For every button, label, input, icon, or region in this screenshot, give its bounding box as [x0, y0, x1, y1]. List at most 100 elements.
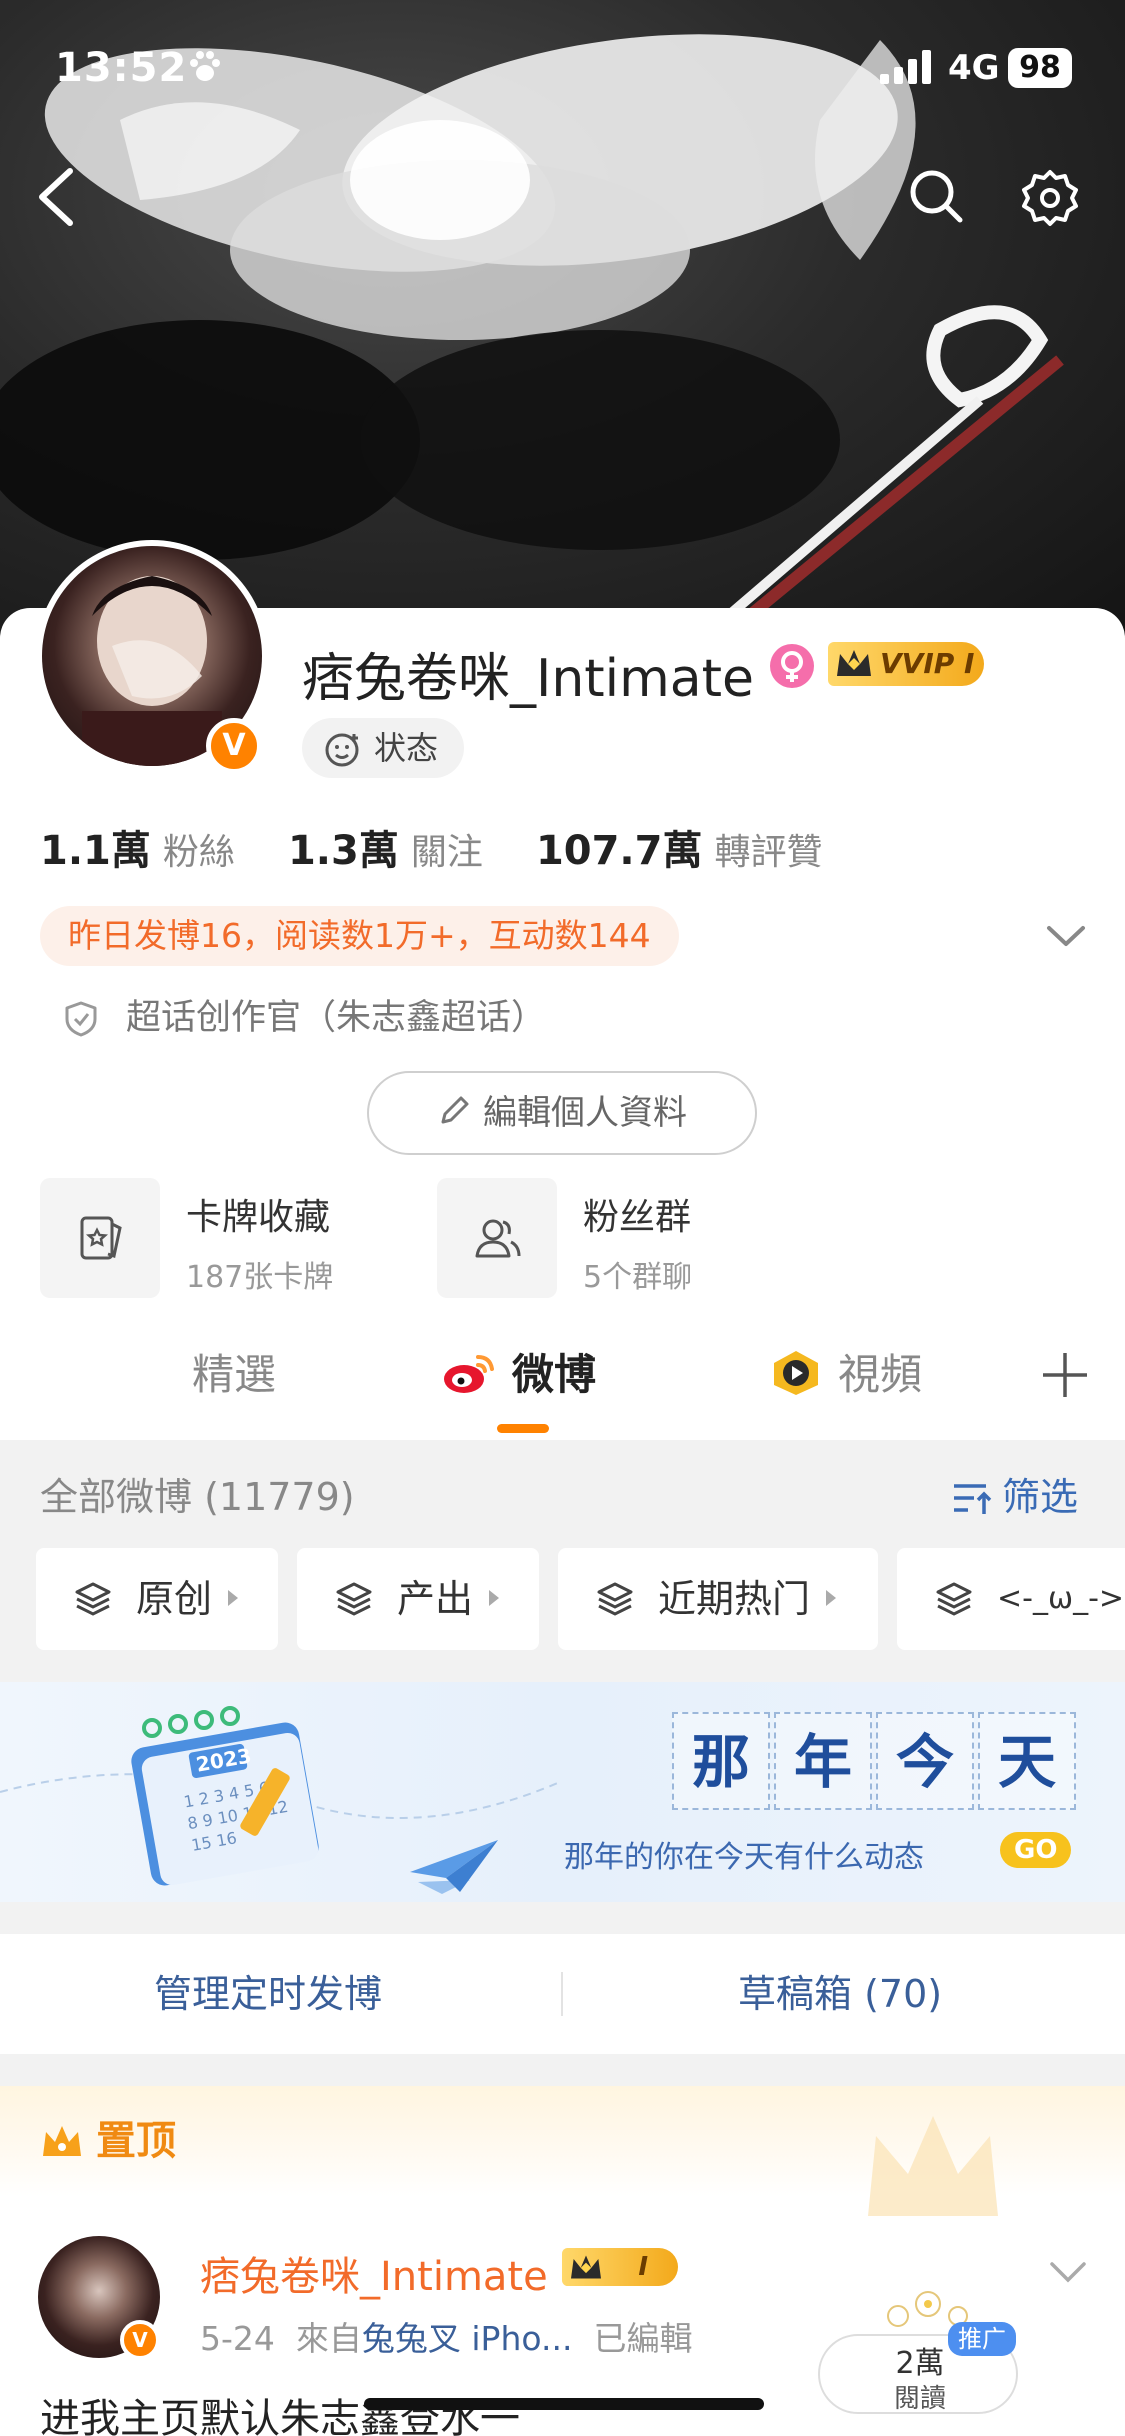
chevron-down-icon[interactable] [1045, 918, 1087, 952]
chip-original[interactable]: 原创 [36, 1548, 278, 1650]
filter-label: 筛选 [1002, 1475, 1079, 1519]
vvip-badge[interactable]: VVIP I [828, 642, 985, 686]
chip-output-label: 产出 [397, 1577, 474, 1621]
gear-icon[interactable] [1020, 168, 1080, 228]
tab-weibo-label: 微博 [512, 1350, 597, 1399]
search-icon[interactable] [908, 168, 964, 224]
pinned-label: 置顶 [40, 2108, 176, 2166]
pencil-icon [441, 1096, 469, 1124]
stat-followers-label: 粉絲 [162, 832, 235, 873]
status-time: 13:52 [55, 45, 188, 91]
chevron-down-icon[interactable] [1048, 2258, 1088, 2286]
post-from-label: 來自 [295, 2319, 362, 2358]
on-this-day-go-button[interactable]: GO [1000, 1832, 1072, 1868]
divider [561, 1972, 563, 2016]
group-users-icon [475, 1219, 521, 1258]
crown-icon [837, 650, 871, 676]
tab-weibo[interactable]: 微博 [442, 1340, 596, 1410]
stat-engagement-label: 轉評贊 [714, 832, 823, 873]
profile-tabs: 精選 微博 視頻 [0, 1330, 1125, 1440]
tab-videos-label: 視頻 [838, 1350, 923, 1399]
card-collection-icon-box [40, 1178, 160, 1298]
video-play-icon [774, 1351, 818, 1395]
tab-videos[interactable]: 視頻 [768, 1340, 922, 1410]
active-tab-indicator [497, 1424, 549, 1433]
scheduled-posts-button[interactable]: 管理定时发博 [154, 1934, 382, 2054]
supertopic-creator-label: 超话创作官（朱志鑫超话） [126, 998, 547, 1038]
edit-profile-label: 編輯個人資料 [483, 1093, 687, 1133]
stat-following[interactable]: 1.3萬 關注 [288, 818, 483, 876]
post-body-text: 进我主页默认朱志鑫登水一 [40, 2396, 520, 2436]
post-author-name[interactable]: 痞兔卷咪_Intimate [200, 2244, 548, 2302]
crown-icon [43, 2126, 81, 2156]
on-this-day-subtitle: 那年的你在今天有什么动态 [564, 1840, 924, 1875]
card-star-icon [80, 1216, 122, 1260]
shield-icon [65, 1001, 97, 1037]
title-char: 那 [672, 1712, 770, 1810]
stat-followers[interactable]: 1.1萬 粉絲 [40, 818, 235, 876]
pinned-post[interactable]: 置顶 V 痞兔卷咪_Intimate I 5-24 來自兔兔叉 iPho... … [0, 2086, 1125, 2436]
layers-icon [597, 1582, 633, 1616]
edit-profile-button[interactable]: 編輯個人資料 [367, 1071, 757, 1155]
chip-custom[interactable]: <-_ω_-> [897, 1548, 1125, 1650]
stat-following-count: 1.3萬 [287, 828, 399, 874]
stat-following-label: 關注 [410, 832, 483, 873]
chip-original-label: 原创 [136, 1577, 213, 1621]
caret-right-icon [228, 1590, 239, 1606]
chip-recent-hot[interactable]: 近期热门 [558, 1548, 878, 1650]
mood-add-icon [325, 733, 359, 767]
supertopic-creator-row[interactable]: 超话创作官（朱志鑫超话） [62, 990, 546, 1046]
on-this-day-title: 那年今天 [672, 1712, 1080, 1812]
weibo-logo-icon [444, 1355, 494, 1393]
post-source[interactable]: 兔兔叉 iPho... [362, 2319, 573, 2358]
pinned-label-text: 置顶 [96, 2118, 176, 2164]
drafts-button[interactable]: 草稿箱 (70) [738, 1934, 942, 2054]
fan-group-count: 5个群聊 [583, 1260, 693, 1295]
stat-followers-count: 1.1萬 [40, 828, 151, 874]
tab-featured[interactable]: 精選 [192, 1340, 276, 1410]
card-collection-count: 187张卡牌 [186, 1260, 334, 1295]
home-indicator[interactable] [364, 2398, 764, 2410]
layers-icon [336, 1582, 372, 1616]
network-type: 4G [948, 48, 1000, 88]
card-collection-tile[interactable]: 卡牌收藏 187张卡牌 [40, 1178, 400, 1298]
crown-watermark-icon [868, 2116, 998, 2216]
post-meta: 5-24 來自兔兔叉 iPho... 已編輯 [200, 2312, 692, 2360]
vvip-badge-label: VVIP I [880, 647, 975, 680]
crown-icon [571, 2255, 601, 2279]
layers-icon [936, 1582, 972, 1616]
profile-username: 痞兔卷咪_Intimate [302, 649, 755, 709]
status-button[interactable]: 状态 [302, 718, 465, 778]
profile-stats: 1.1萬 粉絲 1.3萬 關注 107.7萬 轉評贊 [40, 818, 870, 876]
female-gender-icon [770, 644, 814, 688]
paw-icon [190, 51, 220, 81]
on-this-day-banner[interactable]: 2023 1 2 3 4 5 6 8 9 10 11 12 15 16 那年今天… [0, 1682, 1125, 1902]
read-count-badge[interactable]: 2萬 閱讀 推广 [818, 2246, 1018, 2416]
card-collection-title: 卡牌收藏 [186, 1197, 331, 1238]
signal-bars-icon [880, 50, 931, 84]
caret-right-icon [826, 1590, 837, 1606]
fan-group-tile[interactable]: 粉丝群 5个群聊 [437, 1178, 797, 1298]
caret-right-icon [489, 1590, 500, 1606]
post-vip-badge[interactable]: I [562, 2248, 678, 2286]
verified-badge: V [120, 2320, 160, 2360]
post-edited: 已編輯 [593, 2319, 693, 2358]
title-char: 今 [876, 1712, 974, 1810]
chip-output[interactable]: 产出 [297, 1548, 539, 1650]
all-posts-count: 全部微博 (11779) [40, 1475, 355, 1519]
promote-tag[interactable]: 推广 [948, 2322, 1016, 2356]
activity-summary[interactable]: 昨日发博16，阅读数1万+，互动数144 [40, 906, 679, 966]
fan-group-title: 粉丝群 [583, 1197, 692, 1238]
read-label: 閱讀 [893, 2384, 946, 2414]
stat-engagement-count: 107.7萬 [535, 828, 703, 874]
post-management-bar: 管理定时发博 草稿箱 (70) [0, 1934, 1125, 2054]
fan-group-icon-box [437, 1178, 557, 1298]
sort-filter-icon [954, 1484, 992, 1514]
battery-level: 98 [1008, 48, 1072, 88]
add-tab-icon[interactable] [1040, 1350, 1090, 1400]
post-vip-level: I [638, 2252, 648, 2282]
back-arrow-icon[interactable] [30, 165, 80, 230]
system-status-bar: 13:52 4G 98 [0, 40, 1125, 100]
filter-button[interactable]: 筛选 [950, 1466, 1078, 1521]
stat-engagement[interactable]: 107.7萬 轉評贊 [536, 818, 823, 876]
